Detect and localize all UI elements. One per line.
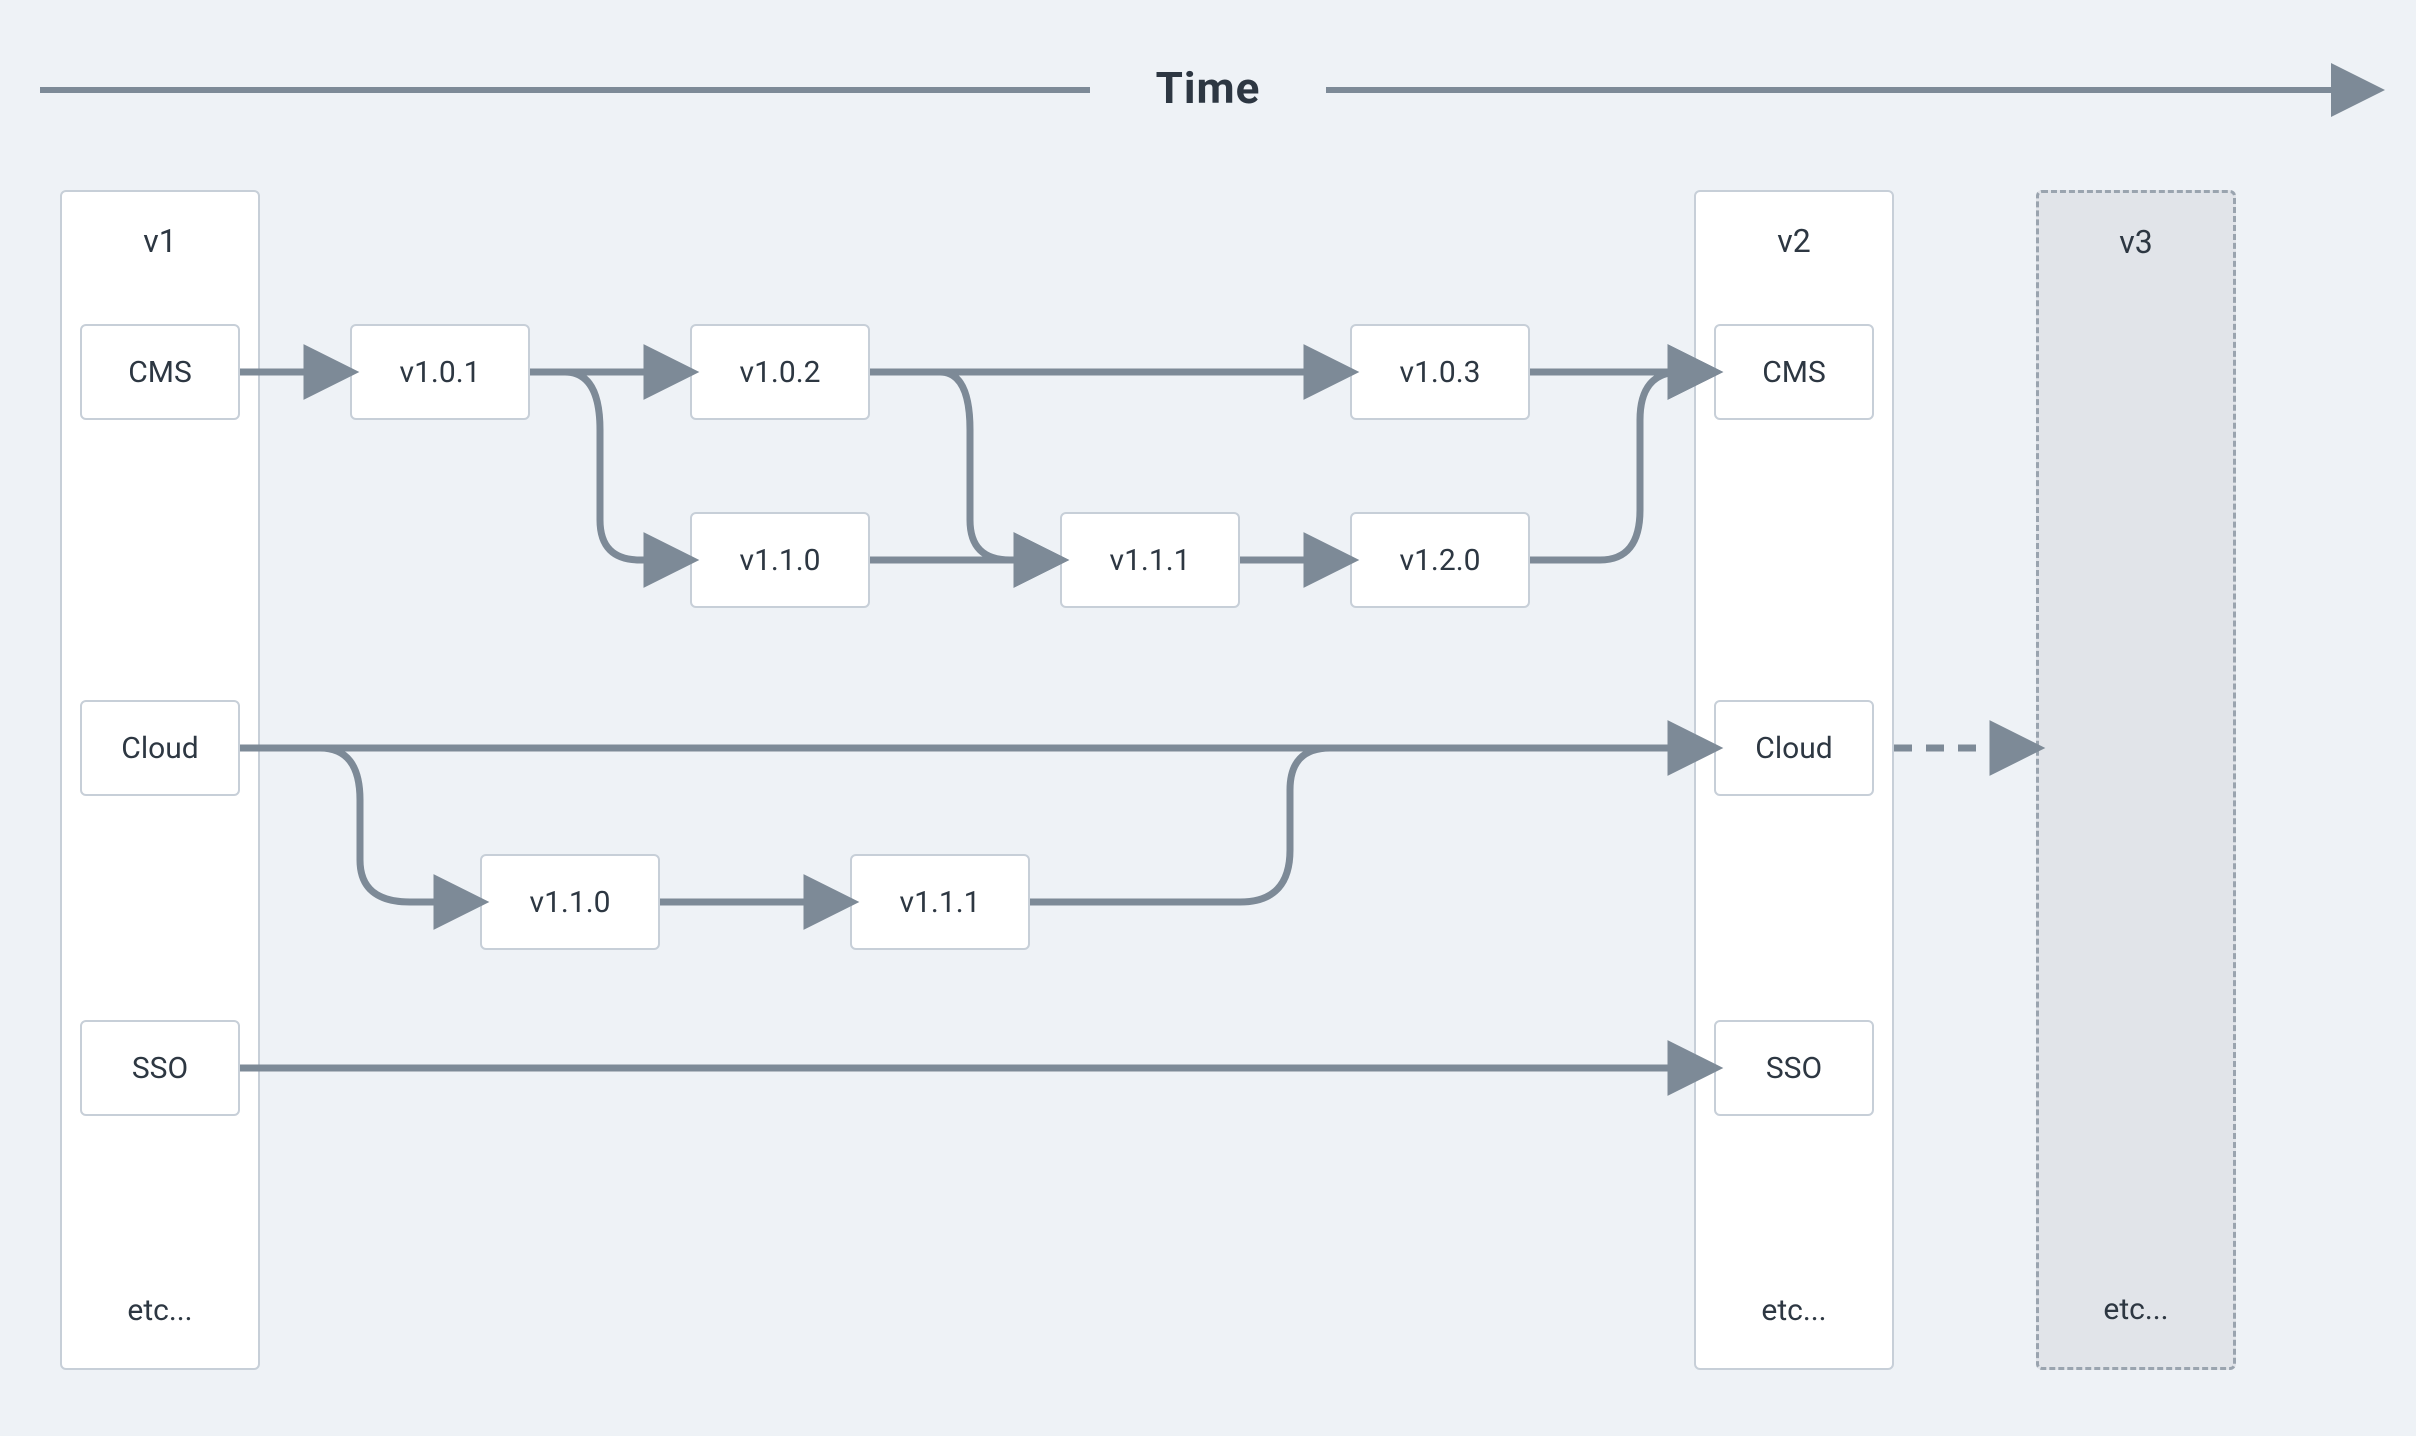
cloud-v110: v1.1.0 bbox=[480, 854, 660, 950]
cms-v110: v1.1.0 bbox=[690, 512, 870, 608]
cms-v120: v1.2.0 bbox=[1350, 512, 1530, 608]
column-v1-title: v1 bbox=[62, 192, 258, 270]
v1-item-cms: CMS bbox=[80, 324, 240, 420]
diagram-root: Time v1 etc... CMS Cloud SSO v2 etc... C… bbox=[0, 0, 2416, 1436]
arrow-v120-to-v2cms bbox=[1530, 372, 1714, 560]
v1-item-cloud: Cloud bbox=[80, 700, 240, 796]
arrow-v101-to-v110 bbox=[565, 372, 690, 560]
arrow-v102-to-v111 bbox=[940, 372, 1060, 560]
column-v2-etc: etc... bbox=[1696, 1293, 1892, 1328]
cloud-v111: v1.1.1 bbox=[850, 854, 1030, 950]
v2-item-cms: CMS bbox=[1714, 324, 1874, 420]
column-v1-etc: etc... bbox=[62, 1293, 258, 1328]
arrow-cloud-to-v110 bbox=[320, 748, 480, 902]
column-v3: v3 etc... bbox=[2036, 190, 2236, 1370]
arrow-cloudv111-merge bbox=[1030, 748, 1330, 902]
v1-item-sso: SSO bbox=[80, 1020, 240, 1116]
v2-item-sso: SSO bbox=[1714, 1020, 1874, 1116]
cms-v102: v1.0.2 bbox=[690, 324, 870, 420]
v2-item-cloud: Cloud bbox=[1714, 700, 1874, 796]
column-v2-title: v2 bbox=[1696, 192, 1892, 270]
cms-v103: v1.0.3 bbox=[1350, 324, 1530, 420]
column-v3-title: v3 bbox=[2039, 193, 2233, 271]
cms-v101: v1.0.1 bbox=[350, 324, 530, 420]
axis-time-label: Time bbox=[0, 62, 2416, 114]
cms-v111: v1.1.1 bbox=[1060, 512, 1240, 608]
column-v3-etc: etc... bbox=[2039, 1292, 2233, 1327]
